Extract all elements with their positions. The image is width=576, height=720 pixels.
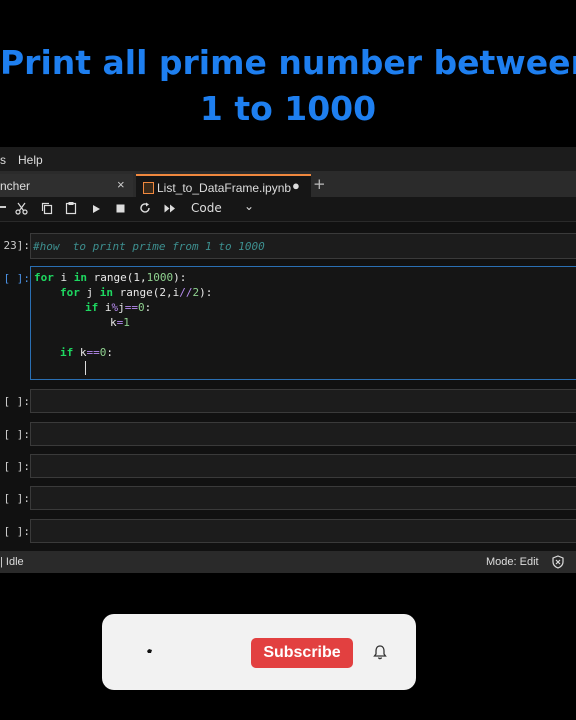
- code-line-2: for j in range(2,i//2):: [60, 286, 213, 299]
- mode-indicator: Mode: Edit: [486, 556, 539, 568]
- tab-bar: ncher × List_to_DataFrame.ipynb ● +: [0, 171, 576, 199]
- cell-prompt: [ ]:: [3, 525, 31, 538]
- cell-prompt: [ ]:: [3, 460, 31, 473]
- subscribe-button[interactable]: Subscribe: [251, 638, 353, 668]
- cell-prompt: [ ]:: [3, 492, 31, 505]
- notebook-toolbar: Code ⌄: [0, 197, 576, 222]
- paste-icon[interactable]: [65, 201, 77, 215]
- cell-type-select[interactable]: Code: [191, 201, 222, 215]
- menu-bar: s Help: [0, 147, 576, 171]
- active-cell-prompt: [ ]:: [3, 272, 31, 285]
- code-line-1: for i in range(1,1000):: [34, 271, 187, 284]
- code-line-4: k=1: [110, 316, 130, 329]
- cell-prompt: [ ]:: [3, 395, 31, 408]
- stop-icon[interactable]: [116, 204, 125, 213]
- jupyter-window: s Help ncher × List_to_DataFrame.ipynb ●…: [0, 147, 576, 573]
- fast-forward-icon[interactable]: [164, 204, 176, 213]
- tab-notebook[interactable]: List_to_DataFrame.ipynb ●: [136, 174, 311, 199]
- shield-icon[interactable]: [552, 555, 564, 569]
- restart-icon[interactable]: [139, 202, 151, 214]
- tab-launcher[interactable]: ncher ×: [0, 174, 133, 197]
- empty-code-cell[interactable]: [30, 519, 576, 543]
- subscribe-overlay: Subscribe: [102, 614, 416, 690]
- code-line-3: if i%j==0:: [85, 301, 152, 314]
- code-comment: #how to print prime from 1 to 1000: [33, 240, 265, 253]
- empty-code-cell[interactable]: [30, 486, 576, 510]
- cell-prompt: [ ]:: [3, 428, 31, 441]
- empty-code-cell[interactable]: [30, 389, 576, 413]
- new-tab-plus-icon[interactable]: +: [313, 175, 326, 193]
- tab-notebook-label: List_to_DataFrame.ipynb: [157, 181, 292, 195]
- close-icon[interactable]: ×: [117, 177, 125, 192]
- title-line-2: 1 to 1000: [199, 89, 377, 128]
- kernel-status: | Idle: [0, 556, 24, 568]
- edge-icon: [0, 206, 6, 208]
- menu-item-help[interactable]: Help: [18, 153, 43, 167]
- avatar-icon: [147, 649, 152, 653]
- menu-item-tabs[interactable]: s: [0, 153, 6, 167]
- video-title: Print all prime number between 1 to 1000: [0, 40, 576, 132]
- text-cursor: [85, 361, 86, 375]
- empty-code-cell[interactable]: [30, 454, 576, 478]
- cut-icon[interactable]: [15, 202, 28, 215]
- tab-launcher-label: ncher: [0, 179, 31, 193]
- notebook-icon: [143, 182, 154, 194]
- copy-icon[interactable]: [41, 202, 53, 215]
- cell-prompt: 23]:: [3, 239, 31, 252]
- code-line-5: if k==0:: [60, 346, 113, 359]
- empty-code-cell[interactable]: [30, 422, 576, 446]
- unsaved-dot-icon[interactable]: ●: [292, 178, 300, 193]
- status-bar: | Idle Mode: Edit: [0, 551, 576, 573]
- title-line-1: Print all prime number between: [0, 43, 576, 82]
- chevron-down-icon[interactable]: ⌄: [244, 199, 254, 213]
- run-icon[interactable]: [92, 204, 101, 214]
- bell-icon[interactable]: [373, 644, 387, 660]
- code-cell[interactable]: #how to print prime from 1 to 1000: [30, 233, 576, 259]
